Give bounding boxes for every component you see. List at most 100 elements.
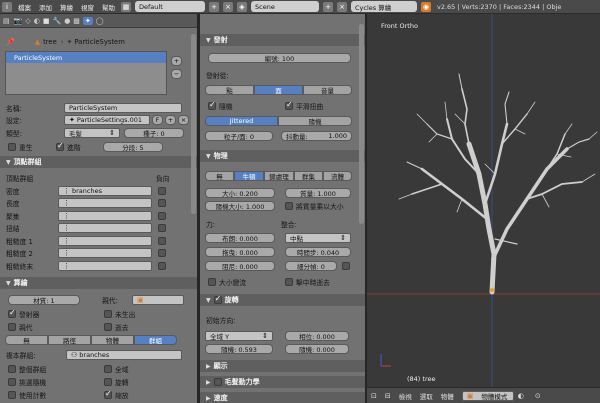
phase-random-field[interactable]: 隨機: 0.000 [285,343,349,354]
vertex-group-negate-checkbox[interactable] [158,236,166,245]
died-checkbox[interactable] [104,322,112,331]
close-scene-icon[interactable]: × [337,1,347,12]
menu-add[interactable]: 添加 [35,2,56,12]
size-deflect-checkbox[interactable] [208,277,216,286]
emitter-checkbox[interactable] [8,308,16,318]
render-as-object-button[interactable]: 物體 [91,334,134,345]
vertex-group-field[interactable]: ⋮ [58,248,152,258]
world-tab-icon[interactable]: ◐ [34,17,40,25]
list-item-selected[interactable]: ParticleSystem [6,52,166,63]
jitter-amount-field[interactable]: 抖動量: 1.000 [281,130,352,141]
physics-boids-button[interactable]: 群集 [294,170,323,181]
menu-file[interactable]: 檔案 [14,2,35,12]
rotation-section-header[interactable]: ▼ 旋轉 [200,294,365,306]
physics-scrollbar[interactable] [359,24,364,224]
render-section-header[interactable]: ▼ 算繪 [0,277,197,289]
menu-window[interactable]: 視窗 [77,2,98,12]
unlink-settings-button[interactable]: × [178,114,189,125]
mass-field[interactable]: 質量: 1.000 [285,187,351,198]
menu-help[interactable]: 幫助 [98,2,119,12]
vertex-group-negate-checkbox[interactable] [158,224,166,232]
integration-dropdown[interactable]: 中點 ⇕ [285,232,351,243]
jittered-button[interactable]: Jittered [205,115,278,126]
fake-user-button[interactable]: F [152,114,163,125]
screen-layout-icon[interactable]: ▦ [121,1,131,12]
vertex-groups-section-header[interactable]: ▼ 頂點群組 [0,156,197,168]
render-tab-icon[interactable]: 📷 [14,17,23,25]
physics-section-header[interactable]: ▼ 物理 [200,150,365,162]
close-screen-icon[interactable]: × [223,1,233,12]
menu-render[interactable]: 算繪 [56,2,77,12]
vertex-group-field[interactable]: ⋮ branches [58,185,152,196]
segments-field[interactable]: 分段: 5 [103,141,163,152]
parents-checkbox[interactable] [8,322,16,331]
vertex-group-negate-checkbox[interactable] [158,249,166,257]
unborn-checkbox[interactable] [104,309,112,318]
drag-field[interactable]: 拖曳: 0.000 [205,246,275,257]
vertex-group-field[interactable]: ⋮ [58,210,152,221]
texture-tab-icon[interactable]: ▩ [73,17,80,25]
mass-by-size-checkbox[interactable] [285,201,293,210]
damp-field[interactable]: 阻尼: 0.000 [205,260,275,271]
3d-viewport[interactable]: Front Ortho (84) tree ⊡ ⊟ 檢視 選取 物體 ▣ 物體模… [367,14,600,403]
regrow-checkbox[interactable] [8,142,16,151]
render-as-group-button[interactable]: 群組 [134,334,177,345]
random-size-field[interactable]: 隨機大小: 1.000 [205,200,275,211]
physics-none-button[interactable]: 無 [205,170,234,181]
phase-field[interactable]: 相位: 0.000 [285,330,349,341]
vertex-group-field[interactable]: ⋮ [58,260,152,271]
mode-selector[interactable]: ▣ 物體模式 [461,390,514,401]
brownian-field[interactable]: 布朗: 0.000 [205,232,275,243]
even-distribution-checkbox[interactable] [285,100,293,110]
whole-group-checkbox[interactable] [8,364,16,373]
scene-tab-icon[interactable]: ◇ [25,17,30,25]
physics-tab-icon[interactable]: ◯ [96,17,104,25]
particle-number-field[interactable]: 編號: 100 [208,52,351,63]
view3d-editor-icon[interactable]: ⊡ [371,392,377,400]
particle-system-list[interactable]: ParticleSystem [5,51,167,95]
render-engine-selector[interactable]: Cycles 算繪 [351,1,417,12]
material-tab-icon[interactable]: ● [64,17,70,25]
seed-field[interactable]: 種子: 0 [124,127,184,138]
add-screen-icon[interactable]: + [209,1,219,12]
properties-scrollbar[interactable] [191,34,196,214]
advanced-checkbox[interactable] [56,141,64,151]
physics-keyed-button[interactable]: 鍵處理 [264,170,294,181]
vertex-group-negate-checkbox[interactable] [158,186,166,195]
use-count-checkbox[interactable] [8,390,16,399]
size-field[interactable]: 大小: 0.200 [205,187,275,198]
menu-toggle-icon[interactable]: ⊟ [385,392,391,400]
emit-from-verts-button[interactable]: 點 [205,84,254,95]
timestep-field[interactable]: 時間步: 0.040 [285,246,351,257]
screen-selector[interactable]: Default [135,1,205,12]
modifier-tab-icon[interactable]: 🔧 [52,17,61,25]
menu-select[interactable]: 選取 [420,391,433,401]
die-on-hit-checkbox[interactable] [285,277,293,286]
orientation-dropdown[interactable]: 全域 Y ⇕ [205,330,273,341]
physics-newtonian-button[interactable]: 牛頓 [234,170,264,181]
add-scene-icon[interactable]: + [323,1,333,12]
vertex-group-field[interactable]: ⋮ [58,235,152,246]
pivot-icon[interactable]: ⊙ [535,392,541,400]
remove-slot-button[interactable]: − [171,69,182,79]
random-checkbox[interactable] [208,100,216,110]
rotation-checkbox[interactable] [104,377,112,386]
hair-dynamics-checkbox[interactable] [213,378,222,386]
rotation-enable-checkbox[interactable] [213,294,222,304]
info-editor-icon[interactable]: i [2,1,12,12]
menu-view[interactable]: 檢視 [399,391,412,401]
render-as-none-button[interactable]: 無 [5,334,48,345]
render-as-path-button[interactable]: 路徑 [48,334,91,345]
breadcrumb-object[interactable]: tree [43,38,57,46]
adaptive-subframes-checkbox[interactable] [342,261,350,270]
vertex-group-field[interactable]: ⋮ [58,198,152,208]
scene-selector[interactable]: Scene [251,1,319,12]
material-field[interactable]: 材質: 1 [8,294,80,305]
vertex-group-field[interactable]: ⋮ [58,223,152,233]
hair-dynamics-section-header[interactable]: ▶ 毛髮動力學 [200,376,365,388]
add-settings-button[interactable]: + [165,114,176,125]
type-dropdown[interactable]: 毛髮 ⇕ [64,127,120,138]
scene-icon[interactable]: ◈ [237,1,247,12]
vertex-group-negate-checkbox[interactable] [158,261,166,270]
parent-field[interactable]: ▣ [132,294,184,305]
